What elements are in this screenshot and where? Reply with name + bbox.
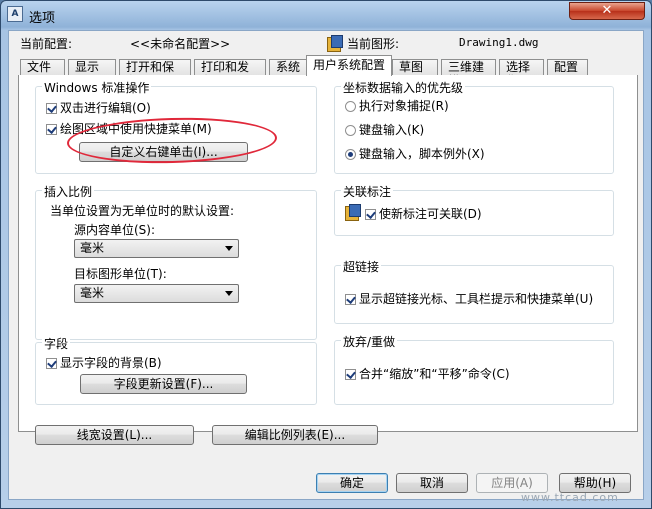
windows-standard-title: Windows 标准操作 [42, 79, 152, 96]
combine-zoom-pan-checkbox[interactable] [345, 369, 356, 380]
close-icon: ✕ [601, 3, 613, 18]
target-units-select[interactable]: 毫米 [74, 284, 239, 303]
ok-button[interactable]: 确定 [316, 473, 388, 493]
associative-dimension-title: 关联标注 [341, 183, 394, 200]
associative-dimension-checkbox[interactable] [365, 209, 376, 220]
dialog-client: 当前配置: <<未命名配置>> 当前图形: Drawing1.dwg 文件 显示… [8, 30, 644, 500]
tab-system[interactable]: 系统 [269, 59, 307, 75]
tab-user-preferences[interactable]: 用户系统配置 [306, 55, 392, 76]
source-units-label: 源内容单位(S): [74, 223, 156, 237]
double-click-edit-option[interactable]: 双击进行编辑(O) [46, 99, 151, 116]
close-button[interactable]: ✕ [569, 2, 645, 20]
autocad-app-icon: A [7, 6, 23, 22]
keyboard-entry-radio[interactable] [345, 125, 356, 136]
tab-files[interactable]: 文件 [20, 59, 65, 75]
running-osnap-option[interactable]: 执行对象捕捉(R) [345, 97, 449, 114]
fields-title: 字段 [42, 335, 71, 352]
hyperlink-group: 超链接 显示超链接光标、工具栏提示和快捷菜单(U) [334, 258, 614, 324]
running-osnap-radio[interactable] [345, 101, 356, 112]
keyboard-entry-option[interactable]: 键盘输入(K) [345, 121, 424, 138]
apply-button[interactable]: 应用(A) [476, 473, 548, 493]
target-units-label: 目标图形单位(T): [74, 267, 167, 281]
dimension-icon [345, 204, 361, 221]
cancel-button[interactable]: 取消 [396, 473, 468, 493]
tab-3d-modeling[interactable]: 三维建模 [441, 59, 496, 88]
associative-dimension-group: 关联标注 使新标注可关联(D) [334, 183, 614, 236]
chevron-down-icon [225, 291, 233, 296]
keyboard-except-scripts-option[interactable]: 键盘输入，脚本例外(X) [345, 145, 485, 162]
insertion-scale-description: 当单位设置为无单位时的默认设置: [50, 204, 235, 218]
tab-selection[interactable]: 选择集 [499, 59, 544, 88]
hyperlink-title: 超链接 [341, 258, 382, 275]
undo-redo-title: 放弃/重做 [341, 333, 398, 350]
insertion-scale-group: 插入比例 当单位设置为无单位时的默认设置: 源内容单位(S): 毫米 目标图形单… [35, 183, 317, 340]
hyperlink-cursor-checkbox[interactable] [345, 294, 356, 305]
options-window: A 选项 ✕ 当前配置: <<未命名配置>> 当前图形: Drawing1.dw… [0, 0, 652, 509]
edit-scale-list-button[interactable]: 编辑比例列表(E)... [212, 425, 378, 445]
tab-open-save[interactable]: 打开和保存 [119, 59, 191, 88]
coordinate-priority-group: 坐标数据输入的优先级 执行对象捕捉(R) 键盘输入(K) 键盘输入，脚本例外(X… [334, 79, 614, 174]
tab-display[interactable]: 显示 [68, 59, 116, 75]
shortcut-menu-checkbox[interactable] [46, 124, 57, 135]
current-drawing-value: Drawing1.dwg [459, 36, 539, 49]
tab-plot-publish[interactable]: 打印和发布 [194, 59, 266, 88]
field-background-checkbox[interactable] [46, 358, 57, 369]
chevron-down-icon [225, 246, 233, 251]
undo-redo-group: 放弃/重做 合并“缩放”和“平移”命令(C) [334, 333, 614, 405]
associative-dimension-option[interactable]: 使新标注可关联(D) [365, 205, 482, 222]
user-preferences-panel: Windows 标准操作 双击进行编辑(O) 绘图区域中使用快捷菜单(M) 自定… [18, 75, 638, 445]
insertion-scale-title: 插入比例 [42, 183, 95, 200]
keyboard-except-scripts-radio[interactable] [345, 149, 356, 160]
current-profile-label: 当前配置: [20, 37, 73, 51]
field-update-settings-button[interactable]: 字段更新设置(F)... [80, 374, 247, 394]
current-drawing-label: 当前图形: [347, 37, 400, 51]
tab-drafting[interactable]: 草图 [392, 59, 438, 75]
watermark-text: www.ttcad.com [521, 491, 619, 504]
drawing-icon [327, 35, 343, 52]
coordinate-priority-title: 坐标数据输入的优先级 [341, 79, 466, 96]
help-button[interactable]: 帮助(H) [559, 473, 631, 493]
source-units-select[interactable]: 毫米 [74, 239, 239, 258]
lineweight-settings-button[interactable]: 线宽设置(L)... [35, 425, 194, 445]
field-background-option[interactable]: 显示字段的背景(B) [46, 354, 162, 371]
tab-profiles[interactable]: 配置 [547, 59, 588, 75]
title-bar[interactable]: A 选项 ✕ [1, 1, 651, 29]
combine-zoom-pan-option[interactable]: 合并“缩放”和“平移”命令(C) [345, 365, 510, 382]
hyperlink-cursor-option[interactable]: 显示超链接光标、工具栏提示和快捷菜单(U) [345, 290, 593, 307]
current-profile-value: <<未命名配置>> [130, 37, 231, 51]
fields-group: 字段 显示字段的背景(B) 字段更新设置(F)... [35, 335, 317, 405]
window-title: 选项 [29, 11, 56, 26]
double-click-edit-checkbox[interactable] [46, 103, 57, 114]
